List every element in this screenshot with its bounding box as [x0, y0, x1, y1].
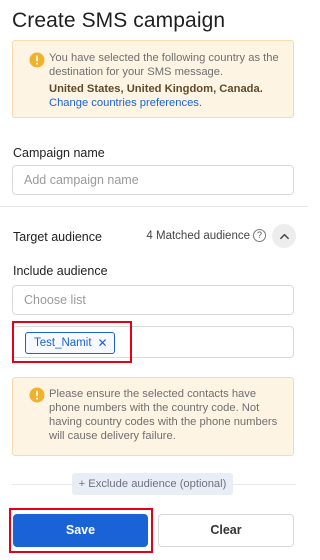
warning-icon [29, 387, 45, 403]
chevron-up-icon [279, 233, 289, 239]
campaign-name-input[interactable]: Add campaign name [12, 165, 294, 195]
campaign-name-label: Campaign name [13, 146, 105, 160]
section-divider [0, 206, 308, 207]
save-button[interactable]: Save [13, 514, 148, 547]
change-countries-link[interactable]: Change countries preferences. [49, 97, 202, 109]
phone-notice: Please ensure the selected contacts have… [12, 377, 294, 456]
include-audience-label: Include audience [13, 264, 108, 278]
target-audience-label: Target audience [13, 230, 102, 244]
country-notice: You have selected the following country … [12, 40, 294, 118]
clear-button[interactable]: Clear [158, 514, 294, 547]
choose-list-input[interactable]: Choose list [12, 285, 294, 315]
exclude-audience-row: + Exclude audience (optional) [0, 471, 308, 497]
chip-label: Test_Namit [34, 337, 92, 349]
list-chip-test-namit: Test_Namit ✕ [25, 332, 115, 354]
country-notice-text: You have selected the following country … [49, 51, 283, 110]
exclude-audience-button[interactable]: + Exclude audience (optional) [72, 473, 233, 495]
help-icon[interactable]: ? [253, 229, 266, 242]
matched-audience-count: 4 Matched audience ? [146, 229, 266, 242]
collapse-target-audience-button[interactable] [272, 224, 296, 248]
close-icon[interactable]: ✕ [98, 333, 108, 353]
warning-icon [29, 52, 45, 68]
page-title: Create SMS campaign [12, 9, 226, 32]
selected-countries: United States, United Kingdom, Canada. [49, 83, 263, 95]
phone-notice-text: Please ensure the selected contacts have… [49, 388, 278, 442]
matched-audience-text: 4 Matched audience [146, 229, 250, 242]
country-notice-message: You have selected the following country … [49, 52, 279, 78]
